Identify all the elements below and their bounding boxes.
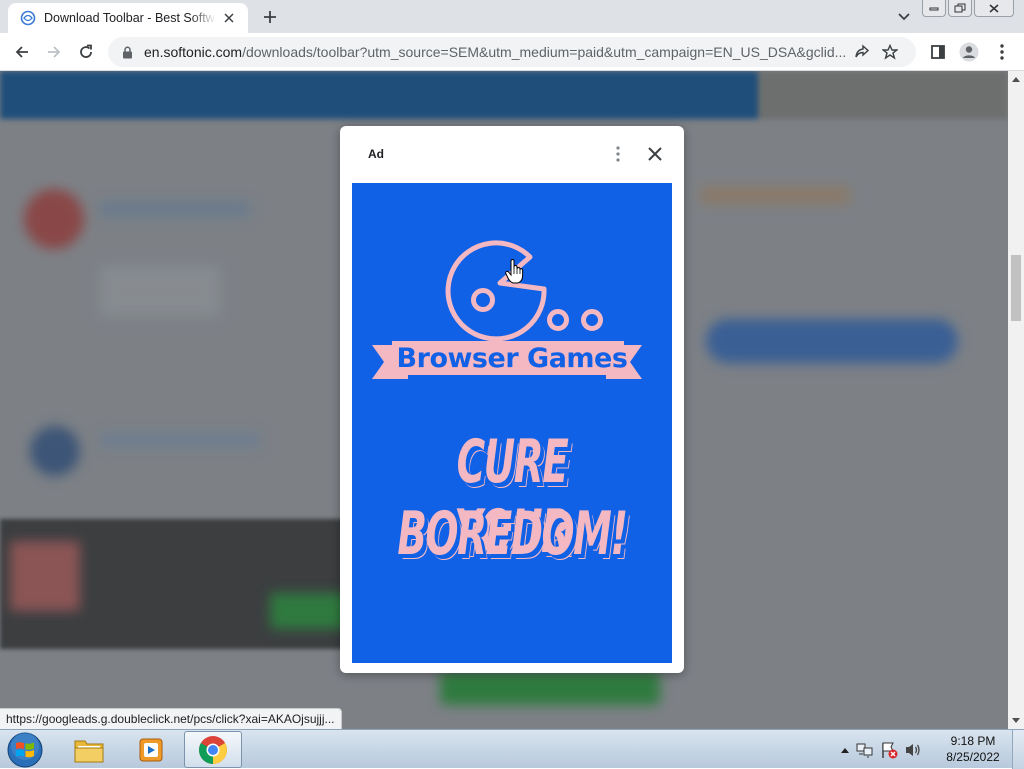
- browser-toolbar: en.softonic.com/downloads/toolbar?utm_so…: [0, 33, 1024, 71]
- ad-label: Ad: [368, 147, 384, 161]
- restore-icon: [954, 3, 966, 13]
- tab-close-icon[interactable]: [220, 9, 238, 27]
- windows-taskbar: 9:18 PM 8/25/2022: [0, 729, 1024, 769]
- folder-icon: [74, 740, 104, 762]
- taskbar-explorer[interactable]: [60, 731, 118, 768]
- ad-headline-line-2: BOREDOM!: [397, 499, 628, 569]
- lock-icon[interactable]: [120, 45, 134, 59]
- start-button[interactable]: [5, 731, 45, 769]
- reload-icon: [80, 44, 92, 58]
- system-clock[interactable]: 9:18 PM 8/25/2022: [938, 733, 1008, 765]
- back-button[interactable]: [8, 38, 36, 66]
- close-window-button[interactable]: [974, 0, 1014, 17]
- ad-title: Browser Games: [396, 343, 628, 374]
- ad-options-button[interactable]: [608, 142, 628, 166]
- close-icon: [648, 147, 662, 161]
- tab-title: Download Toolbar - Best Software & Apps: [44, 11, 216, 25]
- blurred-text: [100, 266, 220, 316]
- scroll-down-icon[interactable]: [1008, 713, 1024, 729]
- action-center-flag-icon[interactable]: [880, 741, 898, 759]
- clock-date: 8/25/2022: [946, 750, 1000, 764]
- softonic-favicon-icon: [20, 10, 36, 26]
- page-header-blurred: [0, 71, 1008, 119]
- tab-strip: Download Toolbar - Best Software & Apps: [0, 0, 1024, 33]
- blurred-text: [700, 186, 850, 204]
- windows-logo-icon: [7, 732, 43, 768]
- chrome-icon: [199, 735, 227, 764]
- link-status-bubble: https://googleads.g.doubleclick.net/pcs/…: [0, 708, 342, 729]
- taskbar-media-player[interactable]: [122, 731, 180, 768]
- url-path: /downloads/toolbar?utm_source=SEM&utm_me…: [242, 44, 847, 60]
- avatar-icon: [959, 42, 979, 62]
- blurred-download-button: [706, 319, 958, 363]
- blurred-app-icon: [24, 189, 84, 249]
- browser-tab-active[interactable]: Download Toolbar - Best Software & Apps: [8, 3, 248, 33]
- more-vert-icon: [616, 146, 620, 162]
- ad-creative-banner[interactable]: Browser Games CURE YOUR BOREDOM!: [352, 183, 672, 663]
- system-tray: [840, 730, 922, 769]
- blurred-button: [440, 671, 660, 705]
- media-player-icon: [139, 738, 163, 761]
- arrow-right-icon: [48, 46, 61, 58]
- blurred-button: [270, 593, 350, 629]
- reload-button[interactable]: [72, 38, 100, 66]
- arrow-left-icon: [15, 46, 28, 58]
- forward-button[interactable]: [40, 38, 68, 66]
- address-bar[interactable]: en.softonic.com/downloads/toolbar?utm_so…: [108, 37, 916, 67]
- new-tab-button[interactable]: [258, 6, 282, 28]
- url-text: en.softonic.com/downloads/toolbar?utm_so…: [144, 44, 848, 60]
- blurred-text: [100, 201, 250, 217]
- share-icon[interactable]: [848, 38, 876, 66]
- page-scrollbar[interactable]: [1008, 71, 1024, 729]
- clock-time: 9:18 PM: [950, 734, 996, 748]
- restore-button[interactable]: [948, 0, 972, 17]
- tab-search-button[interactable]: [893, 7, 915, 27]
- url-host: en.softonic.com: [144, 44, 243, 60]
- show-desktop-button[interactable]: [1012, 730, 1024, 769]
- profile-button[interactable]: [955, 38, 983, 66]
- scroll-up-icon[interactable]: [1008, 71, 1024, 87]
- ad-title-container: Browser Games: [352, 343, 672, 374]
- ad-close-button[interactable]: [643, 142, 667, 166]
- plus-icon: [264, 11, 276, 23]
- hand-cursor-icon: [505, 259, 524, 284]
- network-icon[interactable]: [856, 742, 874, 758]
- side-panel-button[interactable]: [924, 38, 952, 66]
- blurred-text: [100, 433, 260, 447]
- minimize-button[interactable]: [922, 0, 946, 17]
- close-icon: [989, 3, 999, 13]
- volume-icon[interactable]: [904, 742, 922, 758]
- menu-button[interactable]: [988, 38, 1016, 66]
- chevron-down-icon: [898, 13, 910, 21]
- window-controls: [922, 0, 1014, 17]
- interstitial-ad-dialog: Ad Browser Games CURE YOUR BOREDOM!: [340, 126, 684, 673]
- scrollbar-thumb[interactable]: [1011, 255, 1021, 321]
- taskbar-chrome[interactable]: [184, 731, 242, 768]
- blurred-thumbnail: [10, 541, 80, 611]
- side-panel-icon: [931, 45, 945, 59]
- bookmark-star-icon[interactable]: [876, 38, 904, 66]
- minimize-icon: [929, 7, 939, 11]
- more-vert-icon: [1000, 44, 1004, 60]
- blurred-app-icon: [30, 426, 80, 476]
- show-hidden-icons-icon[interactable]: [840, 746, 850, 754]
